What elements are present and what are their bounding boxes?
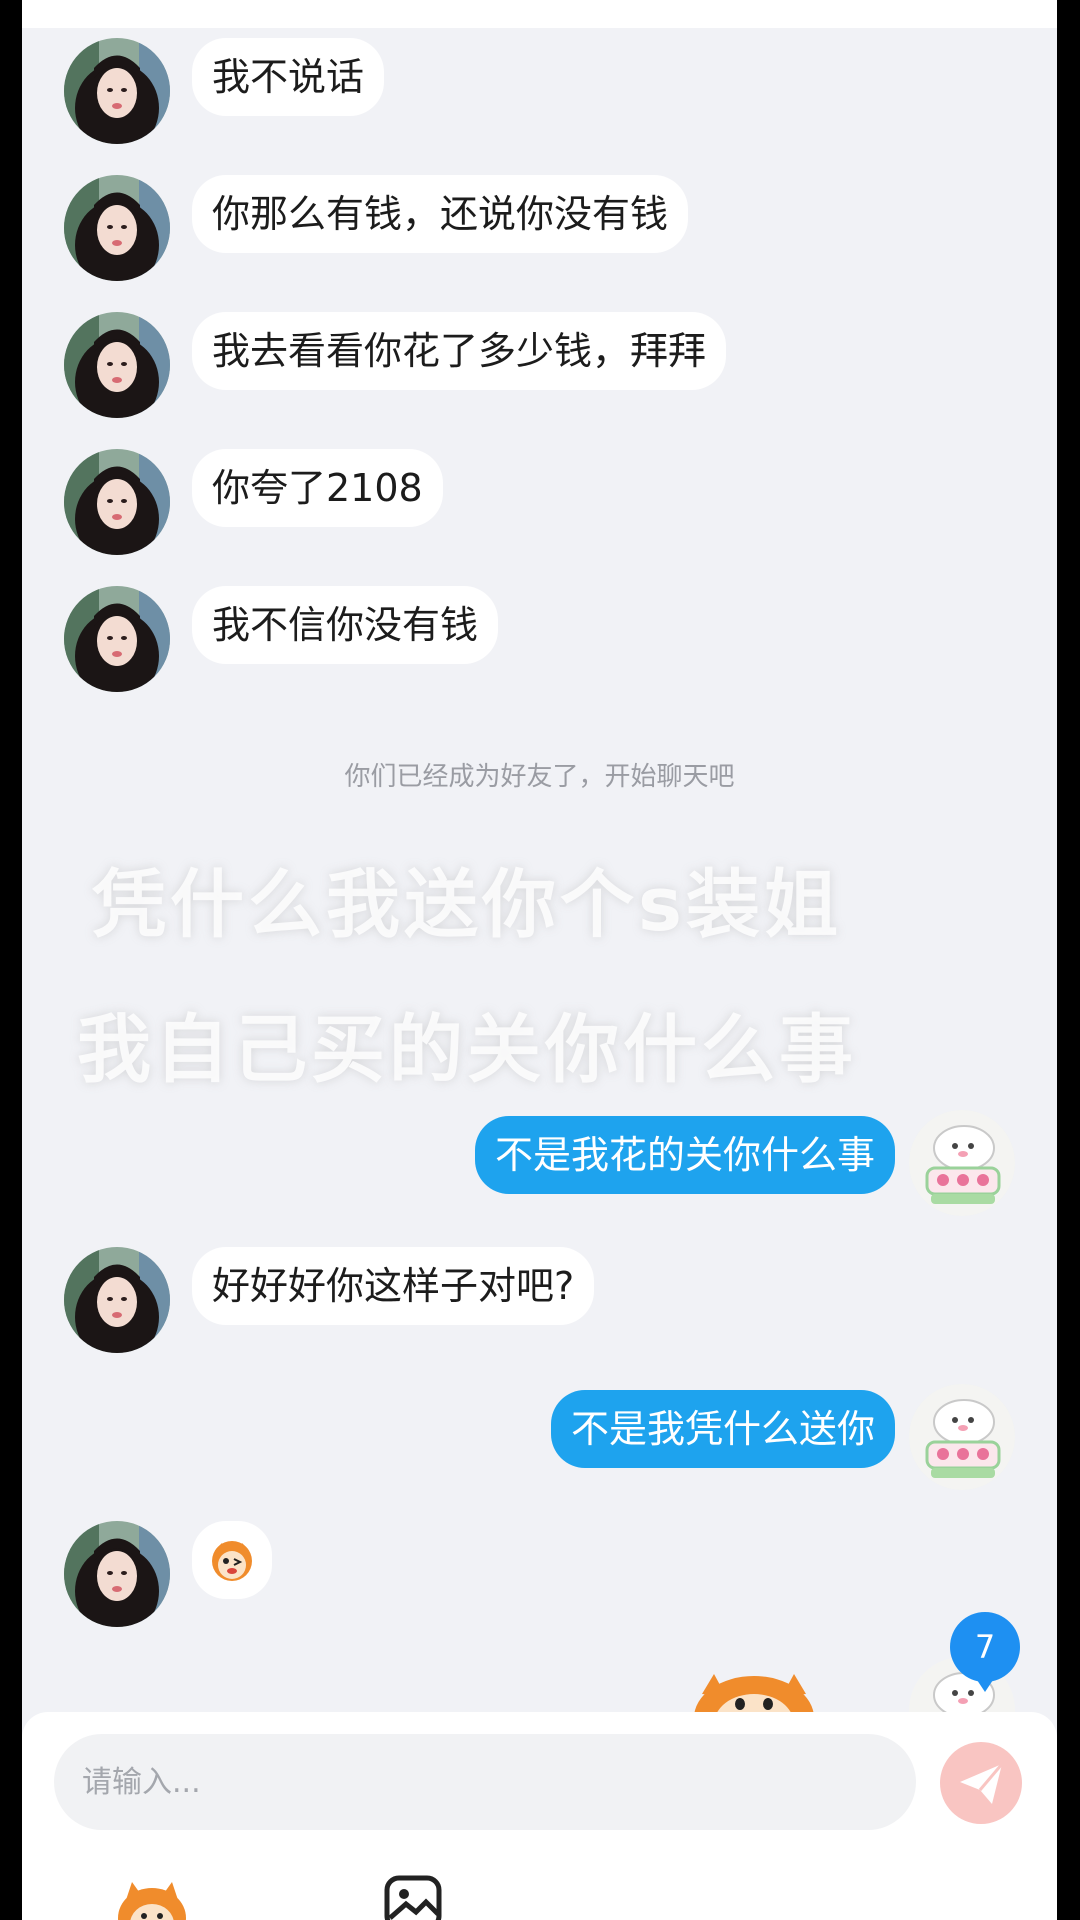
- send-button[interactable]: [940, 1742, 1022, 1824]
- contact-avatar[interactable]: [64, 312, 170, 418]
- system-note: 你们已经成为好友了，开始聊天吧: [344, 762, 735, 792]
- message-row: 我去看看你花了多少钱，拜拜: [22, 312, 1057, 422]
- mascot-emoji-icon: [118, 1882, 186, 1920]
- message-row: 好好好你这样子对吧?: [22, 1247, 1057, 1357]
- message-input[interactable]: [54, 1734, 916, 1830]
- input-bar: [22, 1712, 1057, 1920]
- mascot-sticker-icon: [212, 1541, 252, 1581]
- message-row: 你夸了2108: [22, 449, 1057, 559]
- incoming-message-bubble[interactable]: 你那么有钱，还说你没有钱: [192, 175, 689, 253]
- outgoing-sticker-partial[interactable]: [674, 1668, 834, 1712]
- unread-count-badge[interactable]: 7: [950, 1612, 1020, 1692]
- message-row: 不是我花的关你什么事: [22, 1110, 1057, 1220]
- contact-avatar[interactable]: [64, 1247, 170, 1353]
- top-bar: [22, 0, 1057, 28]
- overlay-caption-line-1: 凭什么我送你个s装姐: [92, 862, 843, 948]
- incoming-message-bubble[interactable]: 我不说话: [192, 38, 385, 116]
- overlay-caption-line-2: 我自己买的关你什么事: [77, 1007, 857, 1093]
- my-avatar[interactable]: [909, 1384, 1015, 1490]
- message-row: 你那么有钱，还说你没有钱: [22, 175, 1057, 285]
- emoji-tab-button[interactable]: [112, 1872, 192, 1920]
- paper-plane-icon: [960, 1763, 1004, 1804]
- incoming-message-bubble[interactable]: 你夸了2108: [192, 449, 443, 527]
- incoming-message-bubble[interactable]: 我不信你没有钱: [192, 586, 499, 664]
- contact-avatar[interactable]: [64, 586, 170, 692]
- message-row: 不是我凭什么送你: [22, 1384, 1057, 1494]
- outgoing-message-bubble[interactable]: 不是我凭什么送你: [550, 1390, 895, 1468]
- message-row: [22, 1521, 1057, 1631]
- incoming-message-bubble[interactable]: 我去看看你花了多少钱，拜拜: [192, 312, 727, 390]
- sticker-message-bubble[interactable]: [192, 1521, 272, 1599]
- my-avatar[interactable]: [909, 1110, 1015, 1216]
- outgoing-message-bubble[interactable]: 不是我花的关你什么事: [474, 1116, 895, 1194]
- contact-avatar[interactable]: [64, 449, 170, 555]
- message-row: 我不说话: [22, 38, 1057, 148]
- incoming-message-bubble[interactable]: 好好好你这样子对吧?: [192, 1247, 595, 1325]
- message-row: 我不信你没有钱: [22, 586, 1057, 696]
- contact-avatar[interactable]: [64, 175, 170, 281]
- image-tab-button[interactable]: [382, 1872, 444, 1920]
- image-icon: [384, 1875, 442, 1920]
- contact-avatar[interactable]: [64, 1521, 170, 1627]
- chat-screen: 我不说话 你那么有钱，还说你没有钱 我去看看你花了多少钱，拜拜 你夸了2108 …: [22, 0, 1057, 1920]
- contact-avatar[interactable]: [64, 38, 170, 144]
